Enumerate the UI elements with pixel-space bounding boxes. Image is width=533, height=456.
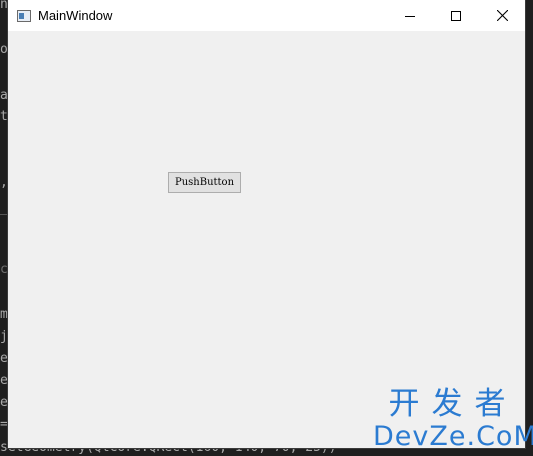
app-window-icon [17,9,31,22]
main-window: MainWindow PushButton [8,0,525,448]
window-title: MainWindow [38,8,113,23]
maximize-button[interactable] [433,0,479,31]
code-fragment: e [0,351,8,366]
watermark-latin-text: DevZe.CoM [373,421,533,452]
code-fragment: t [0,109,8,124]
title-bar[interactable]: MainWindow [8,0,525,31]
code-fragment: = [0,417,8,432]
push-button[interactable]: PushButton [168,172,241,193]
caption-buttons [387,0,525,31]
maximize-icon [451,10,461,21]
code-fragment: , [0,175,8,190]
close-icon [496,10,508,21]
minimize-button[interactable] [387,0,433,31]
devze-watermark: 开发者 DevZe.CoM [373,386,533,452]
close-button[interactable] [479,0,525,31]
watermark-chinese-text: 开发者 [388,386,518,422]
minimize-icon [405,15,415,17]
